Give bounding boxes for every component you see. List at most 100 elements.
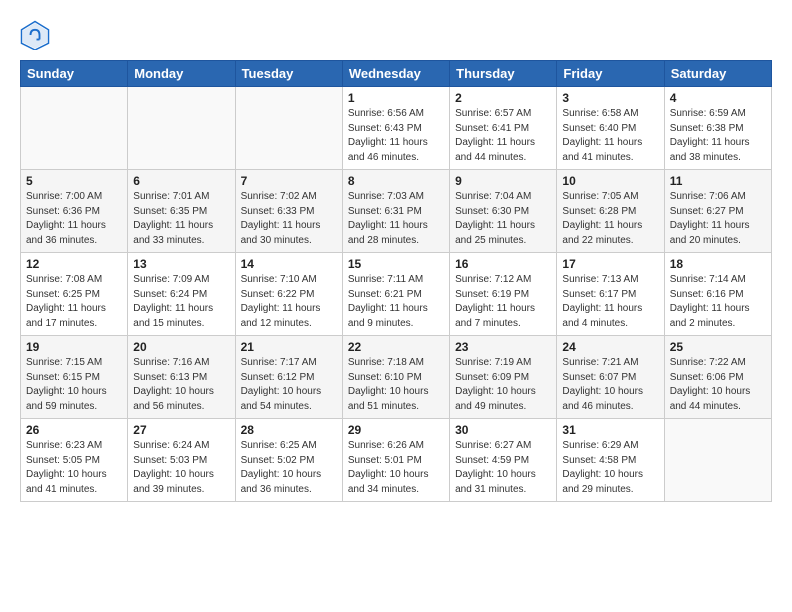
calendar-day-cell: 24 Sunrise: 7:21 AM Sunset: 6:07 PM Dayli… <box>557 336 664 419</box>
calendar-day-cell: 14 Sunrise: 7:10 AM Sunset: 6:22 PM Dayli… <box>235 253 342 336</box>
day-number: 12 <box>26 257 122 271</box>
page-header <box>20 20 772 50</box>
calendar-day-cell: 18 Sunrise: 7:14 AM Sunset: 6:16 PM Dayli… <box>664 253 771 336</box>
calendar-day-cell: 4 Sunrise: 6:59 AM Sunset: 6:38 PM Daylig… <box>664 87 771 170</box>
calendar-day-cell: 17 Sunrise: 7:13 AM Sunset: 6:17 PM Dayli… <box>557 253 664 336</box>
day-number: 30 <box>455 423 551 437</box>
calendar-day-cell: 21 Sunrise: 7:17 AM Sunset: 6:12 PM Dayli… <box>235 336 342 419</box>
calendar-week-row: 19 Sunrise: 7:15 AM Sunset: 6:15 PM Dayli… <box>21 336 772 419</box>
day-info: Sunrise: 7:09 AM Sunset: 6:24 PM Dayligh… <box>133 273 229 331</box>
calendar-day-cell: 3Sunrise: 6:58 AM Sunset: 6:40 PM Daylig… <box>557 87 664 170</box>
calendar-day-cell <box>664 419 771 502</box>
day-info: Sunrise: 6:26 AM Sunset: 5:01 PM Dayligh… <box>348 439 444 497</box>
calendar-day-cell: 7 Sunrise: 7:02 AM Sunset: 6:33 PM Daylig… <box>235 170 342 253</box>
calendar-day-cell: 11 Sunrise: 7:06 AM Sunset: 6:27 PM Dayli… <box>664 170 771 253</box>
day-info: Sunrise: 7:21 AM Sunset: 6:07 PM Dayligh… <box>562 356 658 414</box>
day-number: 21 <box>241 340 337 354</box>
day-number: 11 <box>670 174 766 188</box>
day-number: 1 <box>348 91 444 105</box>
day-number: 2 <box>455 91 551 105</box>
day-info: Sunrise: 7:19 AM Sunset: 6:09 PM Dayligh… <box>455 356 551 414</box>
day-number: 18 <box>670 257 766 271</box>
day-number: 22 <box>348 340 444 354</box>
day-number: 9 <box>455 174 551 188</box>
calendar-day-cell: 12 Sunrise: 7:08 AM Sunset: 6:25 PM Dayli… <box>21 253 128 336</box>
day-info: Sunrise: 6:25 AM Sunset: 5:02 PM Dayligh… <box>241 439 337 497</box>
day-info: Sunrise: 7:14 AM Sunset: 6:16 PM Dayligh… <box>670 273 766 331</box>
day-info: Sunrise: 7:04 AM Sunset: 6:30 PM Dayligh… <box>455 190 551 248</box>
day-info: Sunrise: 6:57 AM Sunset: 6:41 PM Dayligh… <box>455 107 551 165</box>
day-number: 15 <box>348 257 444 271</box>
day-number: 28 <box>241 423 337 437</box>
calendar-day-cell: 22 Sunrise: 7:18 AM Sunset: 6:10 PM Dayli… <box>342 336 449 419</box>
calendar-day-cell: 1 Sunrise: 6:56 AM Sunset: 6:43 PM Daylig… <box>342 87 449 170</box>
calendar-day-cell: 30 Sunrise: 6:27 AM Sunset: 4:59 PM Dayli… <box>450 419 557 502</box>
calendar-day-cell: 10Sunrise: 7:05 AM Sunset: 6:28 PM Dayli… <box>557 170 664 253</box>
day-number: 25 <box>670 340 766 354</box>
day-number: 27 <box>133 423 229 437</box>
day-info: Sunrise: 7:15 AM Sunset: 6:15 PM Dayligh… <box>26 356 122 414</box>
day-number: 16 <box>455 257 551 271</box>
day-info: Sunrise: 7:10 AM Sunset: 6:22 PM Dayligh… <box>241 273 337 331</box>
day-info: Sunrise: 7:03 AM Sunset: 6:31 PM Dayligh… <box>348 190 444 248</box>
day-number: 29 <box>348 423 444 437</box>
calendar-day-cell: 29 Sunrise: 6:26 AM Sunset: 5:01 PM Dayli… <box>342 419 449 502</box>
calendar-week-row: 1 Sunrise: 6:56 AM Sunset: 6:43 PM Daylig… <box>21 87 772 170</box>
calendar-day-cell: 5 Sunrise: 7:00 AM Sunset: 6:36 PM Daylig… <box>21 170 128 253</box>
day-info: Sunrise: 7:00 AM Sunset: 6:36 PM Dayligh… <box>26 190 122 248</box>
day-info: Sunrise: 6:23 AM Sunset: 5:05 PM Dayligh… <box>26 439 122 497</box>
day-number: 31 <box>562 423 658 437</box>
calendar-day-cell: 25 Sunrise: 7:22 AM Sunset: 6:06 PM Dayli… <box>664 336 771 419</box>
day-info: Sunrise: 7:06 AM Sunset: 6:27 PM Dayligh… <box>670 190 766 248</box>
day-number: 24 <box>562 340 658 354</box>
day-number: 4 <box>670 91 766 105</box>
calendar-day-cell: 2 Sunrise: 6:57 AM Sunset: 6:41 PM Daylig… <box>450 87 557 170</box>
calendar-day-cell: 28 Sunrise: 6:25 AM Sunset: 5:02 PM Dayli… <box>235 419 342 502</box>
calendar-week-row: 26 Sunrise: 6:23 AM Sunset: 5:05 PM Dayli… <box>21 419 772 502</box>
day-number: 5 <box>26 174 122 188</box>
day-number: 19 <box>26 340 122 354</box>
day-of-week-header: Friday <box>557 61 664 87</box>
day-info: Sunrise: 7:02 AM Sunset: 6:33 PM Dayligh… <box>241 190 337 248</box>
day-number: 17 <box>562 257 658 271</box>
day-info: Sunrise: 7:08 AM Sunset: 6:25 PM Dayligh… <box>26 273 122 331</box>
day-of-week-header: Thursday <box>450 61 557 87</box>
calendar-day-cell: 9 Sunrise: 7:04 AM Sunset: 6:30 PM Daylig… <box>450 170 557 253</box>
day-of-week-header: Sunday <box>21 61 128 87</box>
day-info: Sunrise: 7:17 AM Sunset: 6:12 PM Dayligh… <box>241 356 337 414</box>
day-number: 13 <box>133 257 229 271</box>
day-info: Sunrise: 7:01 AM Sunset: 6:35 PM Dayligh… <box>133 190 229 248</box>
calendar-day-cell <box>128 87 235 170</box>
day-info: Sunrise: 7:22 AM Sunset: 6:06 PM Dayligh… <box>670 356 766 414</box>
logo <box>20 20 54 50</box>
day-info: Sunrise: 7:13 AM Sunset: 6:17 PM Dayligh… <box>562 273 658 331</box>
calendar-day-cell: 6 Sunrise: 7:01 AM Sunset: 6:35 PM Daylig… <box>128 170 235 253</box>
day-of-week-header: Monday <box>128 61 235 87</box>
calendar-table: SundayMondayTuesdayWednesdayThursdayFrid… <box>20 60 772 502</box>
calendar-day-cell <box>235 87 342 170</box>
logo-icon <box>20 20 50 50</box>
day-number: 10 <box>562 174 658 188</box>
day-number: 14 <box>241 257 337 271</box>
day-number: 7 <box>241 174 337 188</box>
day-info: Sunrise: 6:27 AM Sunset: 4:59 PM Dayligh… <box>455 439 551 497</box>
day-number: 3 <box>562 91 658 105</box>
day-info: Sunrise: 6:59 AM Sunset: 6:38 PM Dayligh… <box>670 107 766 165</box>
day-info: Sunrise: 7:16 AM Sunset: 6:13 PM Dayligh… <box>133 356 229 414</box>
day-number: 23 <box>455 340 551 354</box>
day-number: 26 <box>26 423 122 437</box>
day-info: Sunrise: 6:56 AM Sunset: 6:43 PM Dayligh… <box>348 107 444 165</box>
calendar-day-cell: 8Sunrise: 7:03 AM Sunset: 6:31 PM Daylig… <box>342 170 449 253</box>
day-of-week-header: Saturday <box>664 61 771 87</box>
calendar-day-cell: 23 Sunrise: 7:19 AM Sunset: 6:09 PM Dayli… <box>450 336 557 419</box>
day-info: Sunrise: 7:11 AM Sunset: 6:21 PM Dayligh… <box>348 273 444 331</box>
calendar-week-row: 5 Sunrise: 7:00 AM Sunset: 6:36 PM Daylig… <box>21 170 772 253</box>
calendar-day-cell: 16 Sunrise: 7:12 AM Sunset: 6:19 PM Dayli… <box>450 253 557 336</box>
day-number: 20 <box>133 340 229 354</box>
calendar-day-cell: 31Sunrise: 6:29 AM Sunset: 4:58 PM Dayli… <box>557 419 664 502</box>
day-info: Sunrise: 7:18 AM Sunset: 6:10 PM Dayligh… <box>348 356 444 414</box>
calendar-header-row: SundayMondayTuesdayWednesdayThursdayFrid… <box>21 61 772 87</box>
day-number: 6 <box>133 174 229 188</box>
calendar-day-cell: 27Sunrise: 6:24 AM Sunset: 5:03 PM Dayli… <box>128 419 235 502</box>
day-info: Sunrise: 7:12 AM Sunset: 6:19 PM Dayligh… <box>455 273 551 331</box>
